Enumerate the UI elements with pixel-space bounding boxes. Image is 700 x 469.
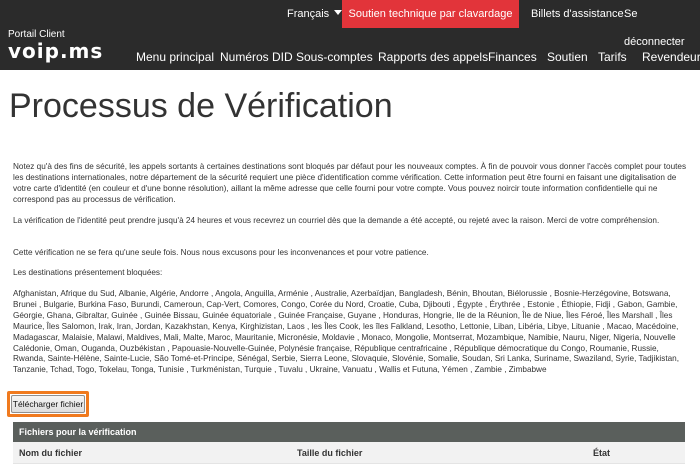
nav-sub-accounts[interactable]: Sous-comptes [296, 50, 373, 64]
language-label: Français [287, 8, 330, 20]
site-header: Français Soutien technique par clavardag… [0, 0, 700, 70]
files-table-header-row: Nom du fichier Taille du fichier État [13, 442, 685, 464]
brand-logo[interactable]: Portail Client voip.ms [8, 29, 103, 62]
apology-paragraph: Cette vérification ne se fera qu'une seu… [13, 248, 429, 257]
caret-down-icon [334, 10, 343, 15]
verification-files-table: Fichiers pour la vérification Nom du fic… [13, 422, 685, 464]
support-chat-button[interactable]: Soutien technique par clavardage [342, 0, 519, 28]
nav-did-numbers[interactable]: Numéros DID [220, 50, 293, 64]
security-notice-paragraph: Notez qu'à des fins de sécurité, les app… [13, 162, 687, 204]
destinations-heading: Les destinations présentement bloquées: [13, 268, 163, 277]
nav-call-reports[interactable]: Rapports des appels [378, 50, 488, 64]
nav-main-menu[interactable]: Menu principal [136, 50, 214, 64]
column-status: État [593, 448, 611, 458]
top-bar: Français Soutien technique par clavardag… [0, 0, 700, 48]
nav-finances[interactable]: Finances [488, 50, 537, 64]
verification-delay-paragraph: La vérification de l'identité peut prend… [13, 216, 660, 225]
language-selector[interactable]: Français [287, 0, 343, 28]
page-title: Processus de Vérification [9, 87, 393, 125]
column-file-name: Nom du fichier [19, 448, 83, 458]
upload-file-button[interactable]: Télécharger fichier [11, 395, 85, 413]
voipms-logo: voip.ms [8, 39, 104, 63]
support-tickets-link[interactable]: Billets d'assistance [531, 0, 624, 28]
nav-support[interactable]: Soutien [547, 50, 588, 64]
files-table-title: Fichiers pour la vérification [13, 422, 685, 442]
blocked-destinations-list: Afghanistan, Afrique du Sud, Albanie, Al… [13, 289, 679, 375]
logout-link[interactable]: Se déconnecter [624, 0, 700, 48]
nav-rates[interactable]: Tarifs [598, 50, 627, 64]
nav-reseller[interactable]: Revendeur [642, 50, 700, 64]
column-file-size: Taille du fichier [297, 448, 363, 458]
